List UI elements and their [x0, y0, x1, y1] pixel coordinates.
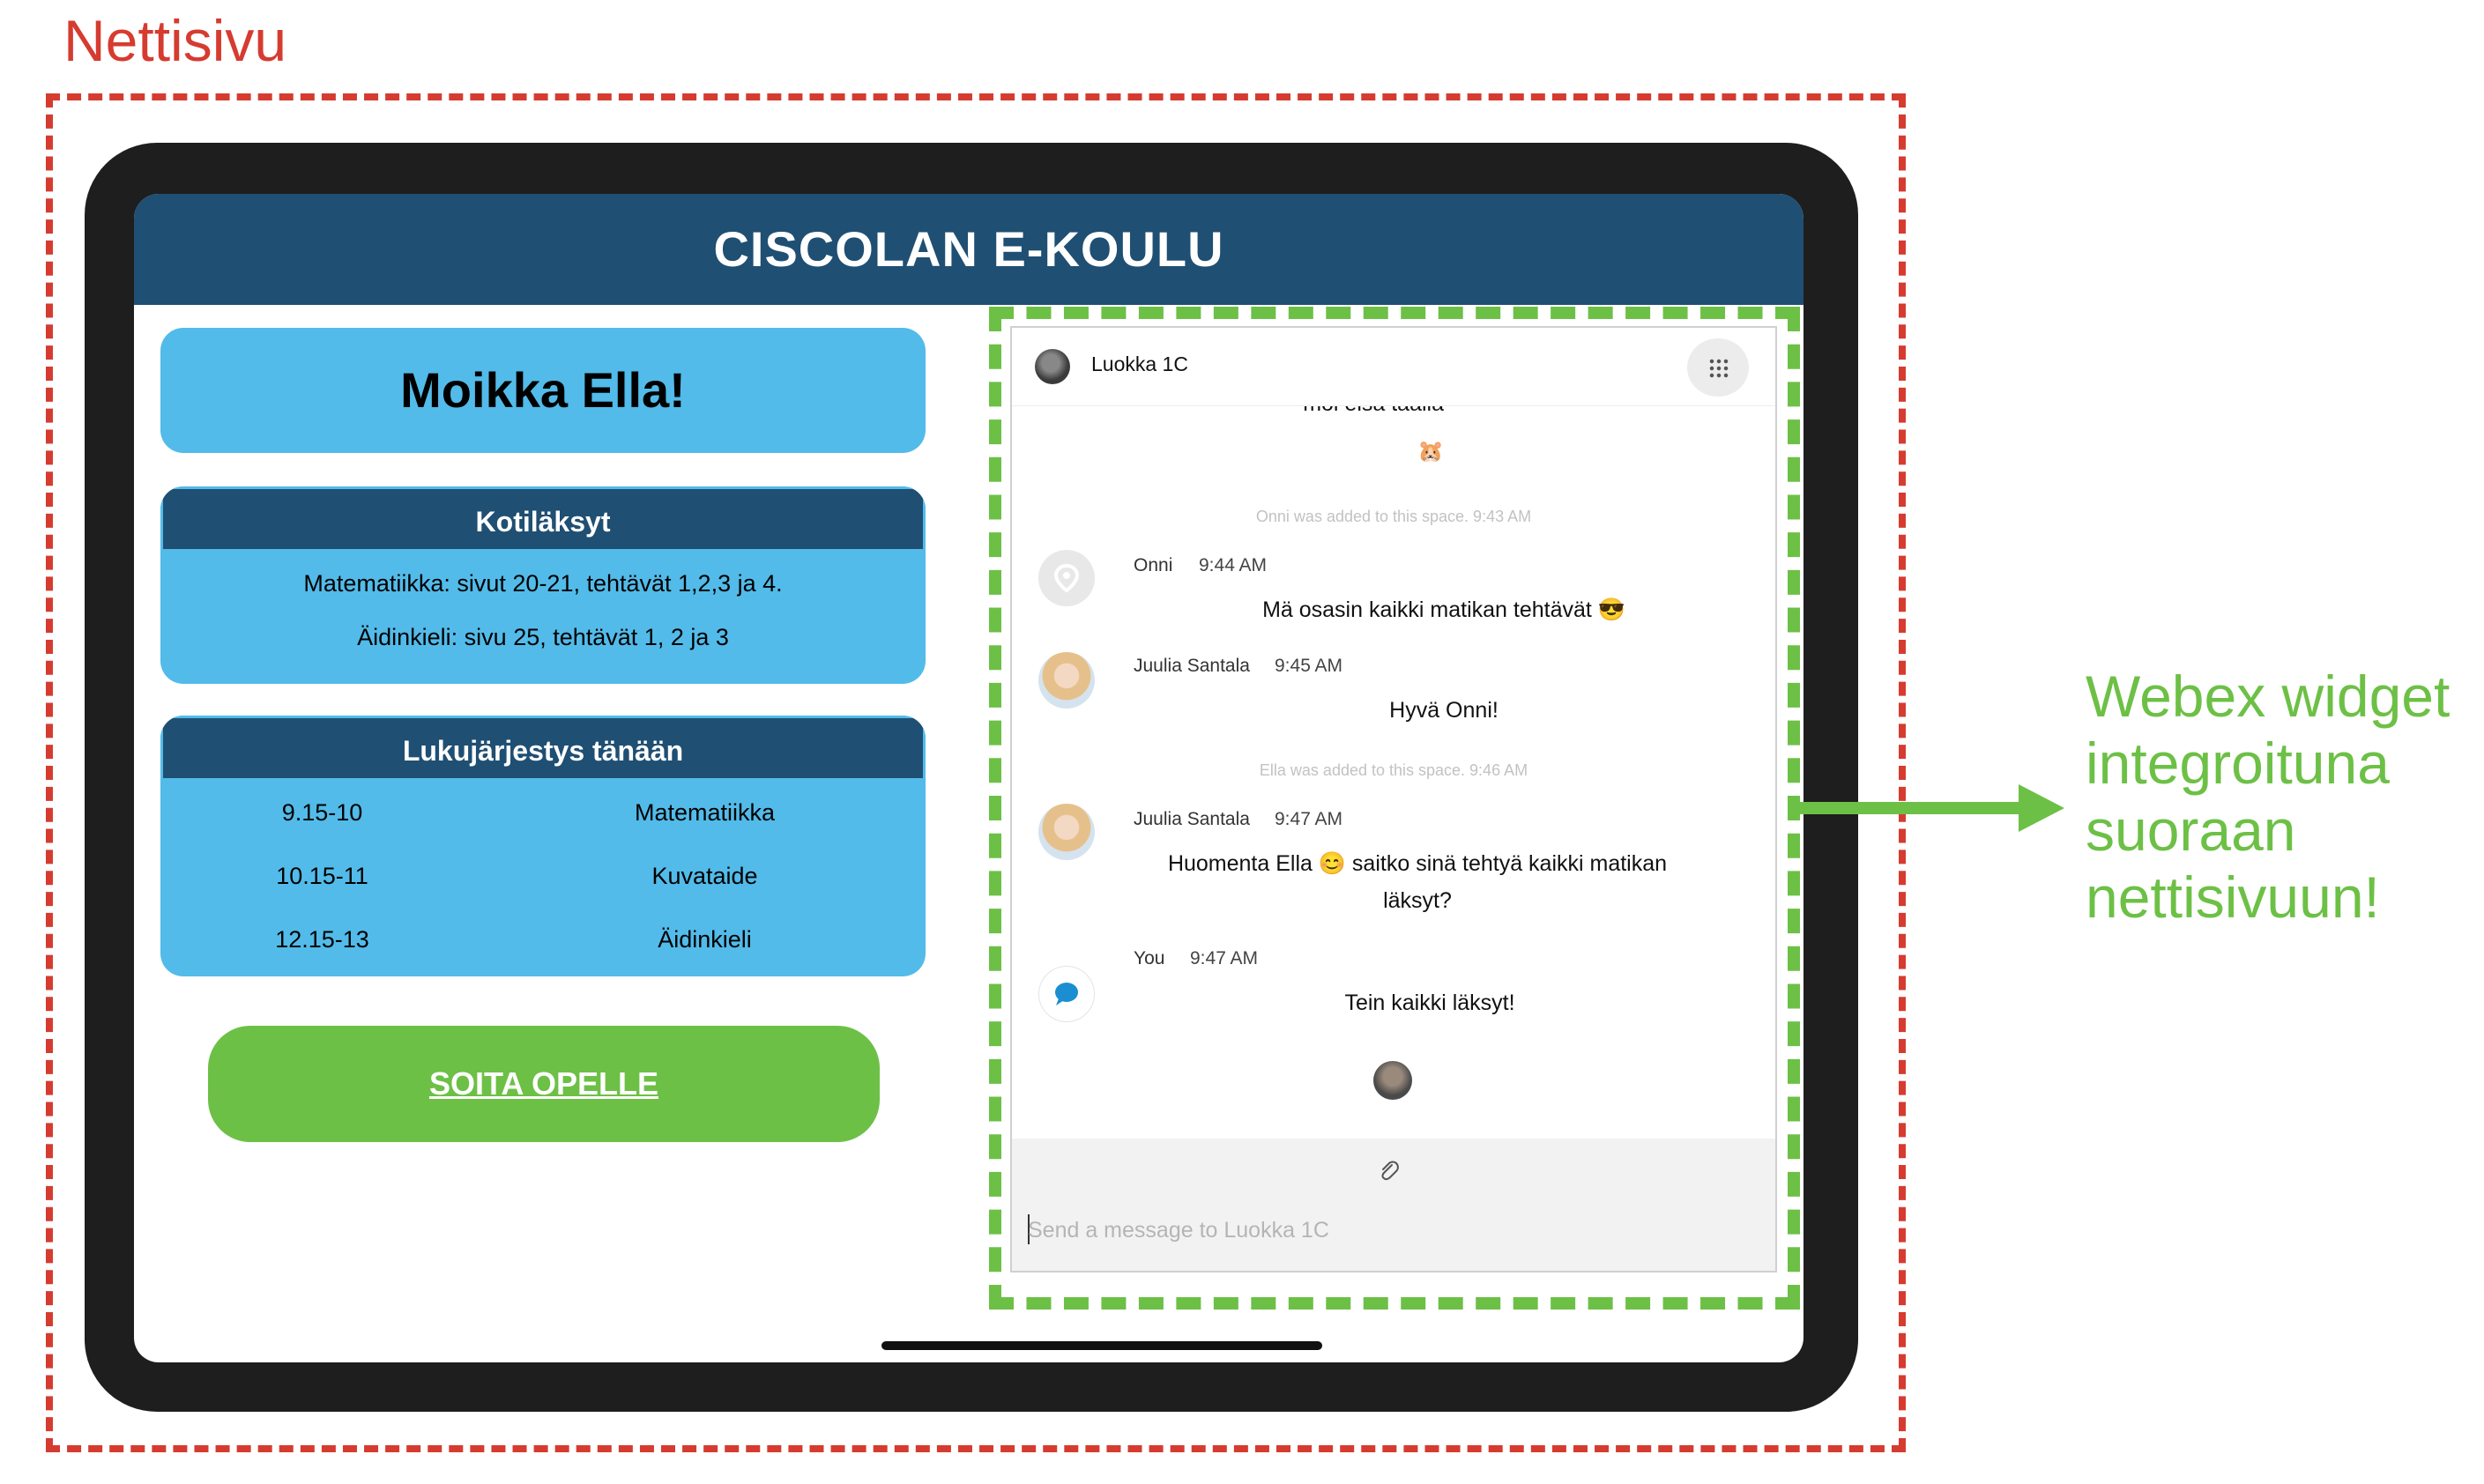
message-text: Tein kaikki läksyt!	[1344, 991, 1515, 1015]
avatar[interactable]	[1038, 804, 1095, 860]
greeting-text: Moikka Ella!	[400, 362, 686, 418]
message-text: läksyt?	[1383, 888, 1452, 913]
annotation-arrow-head	[2019, 784, 2064, 832]
annotation-line: nettisivuun!	[2086, 864, 2380, 930]
space-title: Luokka 1C	[1091, 352, 1188, 375]
message-time: 9:45 AM	[1275, 656, 1343, 676]
schedule-time: 9.15-10	[281, 799, 363, 826]
sender-name: Juulia Santala	[1134, 809, 1250, 829]
activity-menu-button[interactable]	[1687, 338, 1749, 397]
schedule-heading: Lukujärjestys tänään	[160, 716, 926, 781]
widget-header: Luokka 1C	[1012, 328, 1775, 406]
schedule-subject: Äidinkieli	[658, 926, 752, 953]
read-receipt-icon	[1373, 1061, 1412, 1100]
annotation-arrow-line	[1800, 802, 2029, 814]
avatar[interactable]	[1038, 550, 1095, 606]
space-avatar-icon	[1035, 349, 1070, 384]
homework-card: Kotiläksyt Matematiikka: sivut 20-21, te…	[160, 486, 926, 684]
chat-bubble-icon	[1055, 983, 1078, 1005]
message-text: Mä osasin kaikki matikan tehtävät 😎	[1262, 597, 1625, 622]
activity-menu-icon	[1708, 358, 1729, 379]
schedule-row: 10.15-11 Kuvataide	[160, 844, 926, 908]
location-pin-icon	[1053, 563, 1080, 593]
system-message: Onni was added to this space. 9:43 AM	[1255, 508, 1532, 525]
webex-widget: moi elsa täällä 🐹 Onni was added to this…	[1010, 326, 1777, 1273]
annotation-line: Webex widget	[2086, 664, 2451, 729]
page-label: Nettisivu	[63, 8, 287, 73]
sender-name: Onni	[1134, 555, 1173, 575]
schedule-subject: Matematiikka	[634, 799, 776, 826]
message-time: 9:44 AM	[1199, 555, 1268, 575]
homework-item: Matematiikka: sivut 20-21, tehtävät 1,2,…	[303, 570, 783, 597]
paperclip-icon[interactable]	[1375, 1158, 1402, 1191]
widget-annotation: Webex widget integroituna suoraan nettis…	[2086, 663, 2450, 931]
site-title: CISCOLAN E-KOULU	[713, 221, 1224, 277]
avatar[interactable]	[1038, 966, 1095, 1022]
homework-heading: Kotiläksyt	[160, 486, 926, 552]
system-message: Ella was added to this space. 9:46 AM	[1259, 761, 1528, 779]
homework-item: Äidinkieli: sivu 25, tehtävät 1, 2 ja 3	[357, 624, 729, 650]
sender-name: Juulia Santala	[1134, 656, 1250, 676]
schedule-row: 9.15-10 Matematiikka	[160, 781, 926, 844]
message-text: Huomenta Ella 😊 saitko sinä tehtyä kaikk…	[1167, 851, 1668, 876]
greeting-card: Moikka Ella!	[160, 328, 926, 453]
message-time: 9:47 AM	[1190, 948, 1259, 968]
schedule-row: 12.15-13 Äidinkieli	[160, 908, 926, 971]
message-text: Hyvä Onni!	[1389, 698, 1499, 723]
schedule-time: 12.15-13	[275, 926, 369, 953]
message-time: 9:47 AM	[1275, 809, 1343, 829]
message-list[interactable]: moi elsa täällä 🐹 Onni was added to this…	[1012, 328, 1775, 1139]
schedule-subject: Kuvataide	[651, 863, 758, 889]
message-input[interactable]	[1028, 1211, 1759, 1250]
schedule-card: Lukujärjestys tänään 9.15-10 Matematiikk…	[160, 716, 926, 976]
home-indicator	[881, 1341, 1322, 1350]
call-teacher-button[interactable]: SOITA OPELLE	[208, 1026, 880, 1142]
compose-area	[1012, 1139, 1775, 1271]
sender-name: You	[1134, 948, 1165, 968]
emoji-reaction: 🐹	[1417, 440, 1444, 464]
annotation-line: integroituna	[2086, 731, 2390, 796]
annotation-line: suoraan	[2086, 798, 2296, 863]
avatar[interactable]	[1038, 652, 1095, 709]
schedule-time: 10.15-11	[276, 863, 368, 889]
